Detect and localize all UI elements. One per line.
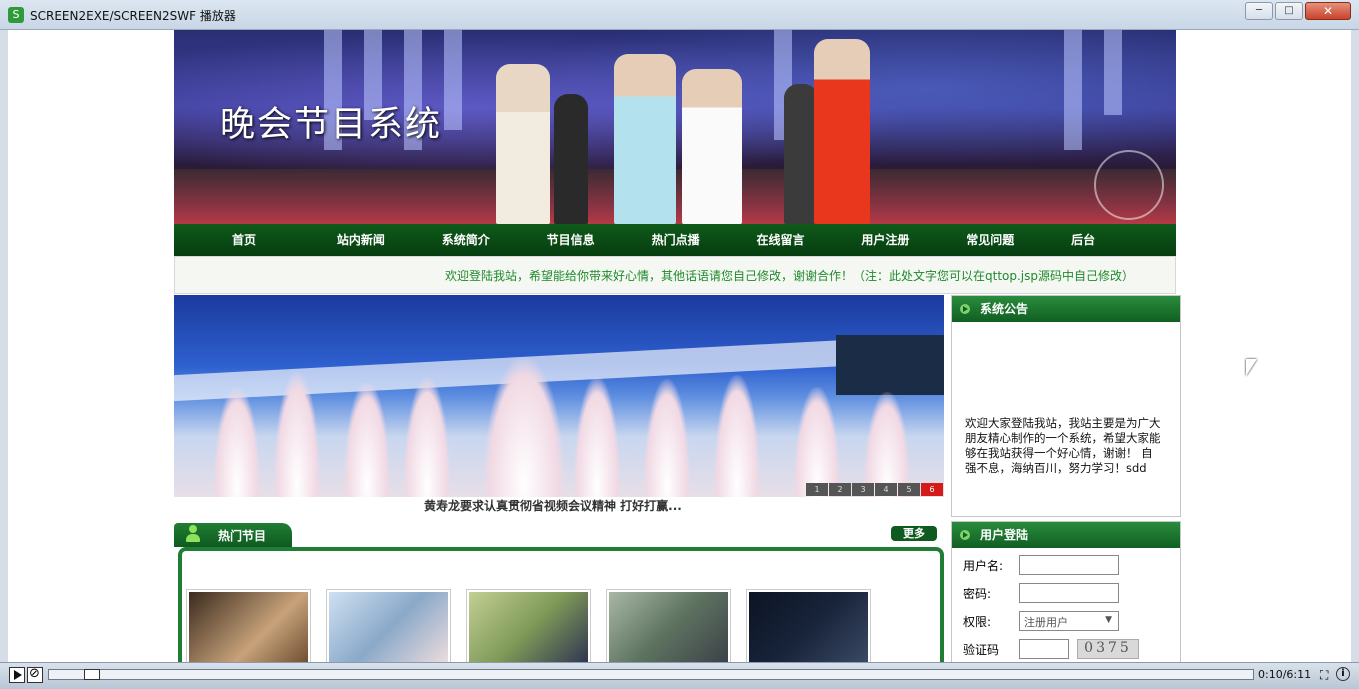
role-label: 权限: bbox=[963, 614, 992, 629]
slide-page-3[interactable]: 3 bbox=[852, 483, 874, 496]
slide-page-2[interactable]: 2 bbox=[829, 483, 851, 496]
login-header: 用户登陆 bbox=[952, 522, 1180, 548]
welcome-marquee: 欢迎登陆我站，希望能给你带来好心情，其他话语请您自己修改，谢谢合作！（注：此处文… bbox=[174, 256, 1176, 294]
player-controls: 0:10/6:11 ⛶ i bbox=[0, 662, 1359, 689]
slide-page-5[interactable]: 5 bbox=[898, 483, 920, 496]
announcement-title: 系统公告 bbox=[980, 302, 1029, 316]
chevron-right-icon bbox=[960, 304, 970, 314]
progress-track[interactable] bbox=[48, 669, 1254, 680]
thumbnail-image bbox=[329, 592, 448, 662]
role-select[interactable]: 注册用户 ▼ bbox=[1019, 611, 1119, 631]
nav-popular[interactable]: 热门点播 bbox=[652, 224, 757, 256]
program-thumbnail[interactable] bbox=[326, 589, 451, 662]
username-label: 用户名: bbox=[963, 558, 1004, 573]
thumbnail-image bbox=[749, 592, 868, 662]
slideshow-image[interactable]: 1 2 3 4 5 6 bbox=[174, 295, 944, 497]
thumbnail-image bbox=[189, 592, 308, 662]
site-title: 晚会节目系统 bbox=[220, 105, 443, 145]
web-page: 晚会节目系统 首页 站内新闻 系统简介 节目信息 热门点播 在线留言 用户注册 … bbox=[174, 30, 1181, 662]
password-label: 密码: bbox=[963, 586, 992, 601]
announcement-text: 欢迎大家登陆我站，我站主要是为广大朋友精心制作的一个系统，希望大家能够在我站获得… bbox=[965, 416, 1161, 475]
slide-pager: 1 2 3 4 5 6 bbox=[806, 483, 943, 496]
nav-programs[interactable]: 节目信息 bbox=[547, 224, 652, 256]
nav-about[interactable]: 系统简介 bbox=[442, 224, 547, 256]
app-icon: S bbox=[8, 7, 24, 23]
hot-programs-title: 热门节目 bbox=[218, 529, 267, 543]
hot-thumbnails bbox=[186, 589, 871, 662]
program-thumbnail[interactable] bbox=[606, 589, 731, 662]
close-button[interactable]: ✕ bbox=[1305, 2, 1351, 20]
window-title: SCREEN2EXE/SCREEN2SWF 播放器 bbox=[30, 9, 236, 23]
hot-programs-section: 热门节目 更多 bbox=[174, 523, 944, 662]
program-thumbnail[interactable] bbox=[186, 589, 311, 662]
player-viewport: 晚会节目系统 首页 站内新闻 系统简介 节目信息 热门点播 在线留言 用户注册 … bbox=[8, 30, 1351, 662]
progress-handle[interactable] bbox=[84, 669, 101, 680]
user-icon bbox=[186, 525, 200, 543]
university-seal bbox=[1094, 150, 1164, 220]
login-panel: 用户登陆 用户名: 密码: 权限: 注册用户 ▼ 验证码 0375 bbox=[951, 521, 1181, 662]
program-thumbnail[interactable] bbox=[746, 589, 871, 662]
playback-time: 0:10/6:11 bbox=[1258, 668, 1312, 681]
nav-register[interactable]: 用户注册 bbox=[861, 224, 966, 256]
announcement-header: 系统公告 bbox=[952, 296, 1180, 322]
chevron-right-icon bbox=[960, 530, 970, 540]
banner-image: 晚会节目系统 bbox=[174, 30, 1176, 224]
captcha-input[interactable] bbox=[1019, 639, 1069, 659]
thumbnail-image bbox=[609, 592, 728, 662]
chevron-down-icon: ▼ bbox=[1105, 615, 1112, 625]
maximize-button[interactable]: □ bbox=[1275, 2, 1303, 20]
nav-news[interactable]: 站内新闻 bbox=[337, 224, 442, 256]
hot-programs-tab: 热门节目 bbox=[174, 523, 292, 547]
main-nav: 首页 站内新闻 系统简介 节目信息 热门点播 在线留言 用户注册 常见问题 后台 bbox=[174, 224, 1176, 256]
window-titlebar: S SCREEN2EXE/SCREEN2SWF 播放器 ─ □ ✕ bbox=[0, 0, 1359, 30]
nav-admin[interactable]: 后台 bbox=[1071, 224, 1176, 256]
slide-page-4[interactable]: 4 bbox=[875, 483, 897, 496]
mouse-cursor-icon bbox=[1246, 359, 1257, 376]
play-button[interactable] bbox=[9, 667, 25, 683]
password-input[interactable] bbox=[1019, 583, 1119, 603]
role-select-value: 注册用户 bbox=[1024, 616, 1068, 629]
minimize-button[interactable]: ─ bbox=[1245, 2, 1273, 20]
info-icon[interactable]: i bbox=[1336, 667, 1350, 681]
login-title: 用户登陆 bbox=[980, 528, 1029, 542]
program-thumbnail[interactable] bbox=[466, 589, 591, 662]
more-button[interactable]: 更多 bbox=[891, 526, 937, 541]
stop-button[interactable] bbox=[27, 666, 43, 683]
fit-screen-icon[interactable]: ⛶ bbox=[1320, 668, 1328, 683]
announcement-panel: 系统公告 欢迎大家登陆我站，我站主要是为广大朋友精心制作的一个系统，希望大家能够… bbox=[951, 295, 1181, 517]
nav-home[interactable]: 首页 bbox=[232, 224, 337, 256]
slide-page-1[interactable]: 1 bbox=[806, 483, 828, 496]
slide-caption[interactable]: 黄寿龙要求认真贯彻省视频会议精神 打好打赢... bbox=[424, 497, 682, 514]
captcha-label: 验证码 bbox=[963, 642, 1000, 657]
thumbnail-image bbox=[469, 592, 588, 662]
nav-faq[interactable]: 常见问题 bbox=[966, 224, 1071, 256]
username-input[interactable] bbox=[1019, 555, 1119, 575]
captcha-image[interactable]: 0375 bbox=[1077, 639, 1139, 659]
nav-guestbook[interactable]: 在线留言 bbox=[756, 224, 861, 256]
slide-page-6[interactable]: 6 bbox=[921, 483, 943, 496]
welcome-text: 欢迎登陆我站，希望能给你带来好心情，其他话语请您自己修改，谢谢合作！（注：此处文… bbox=[445, 269, 1135, 283]
